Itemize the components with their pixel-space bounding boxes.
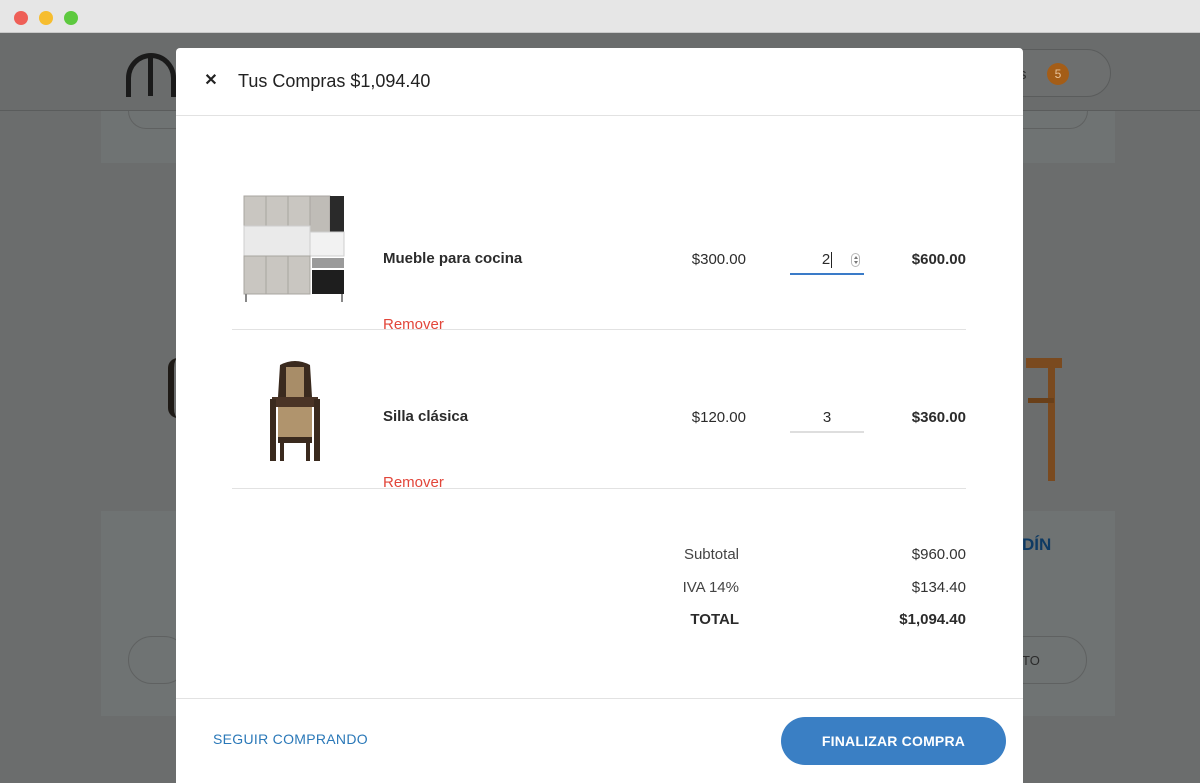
quantity-stepper[interactable]: 2 <box>790 245 864 275</box>
background-product-button-label: TO <box>1022 653 1040 668</box>
order-summary: Subtotal $960.00 IVA 14% $134.40 TOTAL $… <box>232 538 966 638</box>
cart-item-row: Silla clásica Remover $120.00 3 $360.00 <box>232 330 966 491</box>
continue-shopping-link[interactable]: SEGUIR COMPRANDO <box>213 731 368 747</box>
cart-title-total: $1,094.40 <box>350 71 431 91</box>
tax-label: IVA 14% <box>682 579 739 596</box>
quantity-value: 2 <box>821 251 831 268</box>
close-window-button[interactable] <box>14 11 28 25</box>
classic-chair-image <box>270 361 320 461</box>
cart-item-unit-price: $120.00 <box>691 409 746 426</box>
window-titlebar <box>0 0 1200 33</box>
remove-item-link[interactable]: Remover <box>383 474 444 491</box>
cart-item-row: Mueble para cocina Remover $300.00 2 $60… <box>232 163 966 333</box>
subtotal-label: Subtotal <box>683 546 739 563</box>
cart-item-unit-price: $300.00 <box>691 251 746 268</box>
minimize-window-button[interactable] <box>39 11 53 25</box>
cart-item-line-total: $360.00 <box>911 409 966 426</box>
cart-count-badge: 5 <box>1047 63 1069 85</box>
kitchen-cabinet-image <box>243 195 345 302</box>
site-logo <box>126 53 176 97</box>
spinner-arrows-icon[interactable] <box>851 253 860 267</box>
cart-modal-header: ✕ Tus Compras $1,094.40 <box>176 48 1023 116</box>
total-value: $1,094.40 <box>899 611 966 628</box>
total-label: TOTAL <box>690 611 739 628</box>
quantity-stepper[interactable]: 3 <box>790 403 864 433</box>
text-caret <box>831 252 833 269</box>
cart-item-name: Silla clásica <box>383 408 469 425</box>
close-icon[interactable]: ✕ <box>201 71 221 91</box>
cart-modal-footer: SEGUIR COMPRANDO FINALIZAR COMPRA <box>176 698 1023 783</box>
cart-item-line-total: $600.00 <box>911 251 966 268</box>
cart-modal-title: Tus Compras $1,094.40 <box>238 71 435 92</box>
background-stool-image <box>1026 358 1062 481</box>
checkout-button[interactable]: FINALIZAR COMPRA <box>781 717 1006 765</box>
quantity-value: 3 <box>822 409 832 426</box>
tax-value: $134.40 <box>911 579 966 596</box>
cart-title-text: Tus Compras <box>238 71 346 91</box>
cart-item-name: Mueble para cocina <box>383 250 523 267</box>
subtotal-value: $960.00 <box>911 546 966 563</box>
maximize-window-button[interactable] <box>64 11 78 25</box>
cart-modal: ✕ Tus Compras $1,094.40 Mueble para cocin… <box>176 48 1023 783</box>
background-section-heading: DÍN <box>1022 535 1052 554</box>
